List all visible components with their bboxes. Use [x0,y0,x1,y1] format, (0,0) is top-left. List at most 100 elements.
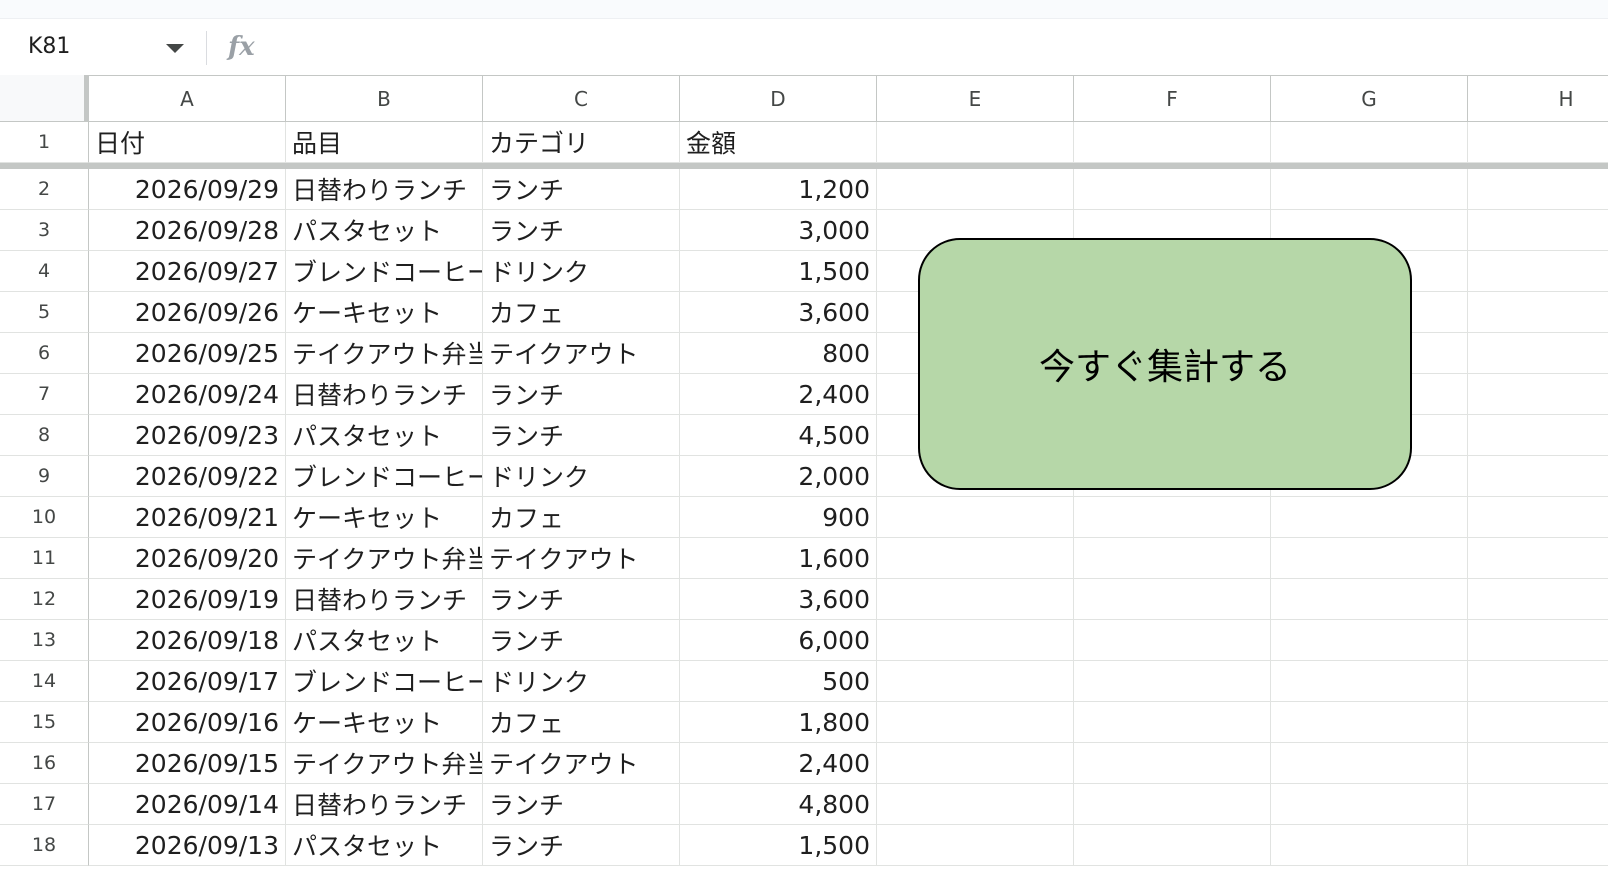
date-cell[interactable]: 2026/09/22 [89,456,286,497]
empty-cell[interactable] [1468,825,1608,866]
date-cell[interactable]: 2026/09/23 [89,415,286,456]
empty-cell[interactable] [1271,784,1468,825]
amount-cell[interactable]: 2,400 [680,374,877,415]
empty-cell[interactable] [877,497,1074,538]
category-cell[interactable]: ランチ [483,784,680,825]
row-header[interactable]: 10 [0,497,89,538]
empty-cell[interactable] [877,538,1074,579]
item-cell[interactable]: テイクアウト弁当 [286,538,483,579]
empty-cell[interactable] [1468,538,1608,579]
column-header-h[interactable]: H [1468,75,1608,122]
item-cell[interactable]: パスタセット [286,825,483,866]
item-cell[interactable]: ケーキセット [286,497,483,538]
amount-cell[interactable]: 3,600 [680,579,877,620]
chevron-down-icon[interactable] [166,44,184,53]
row-header[interactable]: 7 [0,374,89,415]
row-header[interactable]: 8 [0,415,89,456]
empty-cell[interactable] [877,784,1074,825]
category-cell[interactable]: ドリンク [483,251,680,292]
amount-cell[interactable]: 900 [680,497,877,538]
category-cell[interactable]: カフェ [483,497,680,538]
summarize-now-button[interactable]: 今すぐ集計する [918,238,1412,490]
date-cell[interactable]: 2026/09/14 [89,784,286,825]
category-cell[interactable]: カフェ [483,292,680,333]
amount-cell[interactable]: 3,600 [680,292,877,333]
amount-cell[interactable]: 500 [680,661,877,702]
row-header[interactable]: 18 [0,825,89,866]
column-header-d[interactable]: D [680,75,877,122]
category-cell[interactable]: ドリンク [483,456,680,497]
amount-cell[interactable]: 1,500 [680,825,877,866]
column-header-f[interactable]: F [1074,75,1271,122]
header-cell[interactable] [1468,122,1608,163]
empty-cell[interactable] [877,661,1074,702]
column-header-e[interactable]: E [877,75,1074,122]
empty-cell[interactable] [877,169,1074,210]
empty-cell[interactable] [1074,702,1271,743]
empty-cell[interactable] [877,579,1074,620]
empty-cell[interactable] [1074,169,1271,210]
category-cell[interactable]: ランチ [483,374,680,415]
empty-cell[interactable] [1468,374,1608,415]
category-cell[interactable]: ランチ [483,210,680,251]
row-header[interactable]: 4 [0,251,89,292]
row-header[interactable]: 16 [0,743,89,784]
date-cell[interactable]: 2026/09/19 [89,579,286,620]
empty-cell[interactable] [1271,538,1468,579]
category-cell[interactable]: ランチ [483,169,680,210]
category-cell[interactable]: ランチ [483,825,680,866]
header-cell[interactable]: カテゴリ [483,122,680,163]
empty-cell[interactable] [1468,784,1608,825]
empty-cell[interactable] [1468,210,1608,251]
date-cell[interactable]: 2026/09/15 [89,743,286,784]
category-cell[interactable]: テイクアウト [483,333,680,374]
row-header[interactable]: 17 [0,784,89,825]
empty-cell[interactable] [1271,169,1468,210]
empty-cell[interactable] [877,743,1074,784]
column-header-g[interactable]: G [1271,75,1468,122]
empty-cell[interactable] [1074,620,1271,661]
header-cell[interactable]: 金額 [680,122,877,163]
date-cell[interactable]: 2026/09/16 [89,702,286,743]
row-header[interactable]: 13 [0,620,89,661]
date-cell[interactable]: 2026/09/13 [89,825,286,866]
date-cell[interactable]: 2026/09/25 [89,333,286,374]
amount-cell[interactable]: 2,400 [680,743,877,784]
empty-cell[interactable] [1074,538,1271,579]
row-header[interactable]: 15 [0,702,89,743]
item-cell[interactable]: テイクアウト弁当 [286,333,483,374]
category-cell[interactable]: カフェ [483,702,680,743]
item-cell[interactable]: パスタセット [286,415,483,456]
empty-cell[interactable] [1468,620,1608,661]
column-header-b[interactable]: B [286,75,483,122]
empty-cell[interactable] [1271,661,1468,702]
row-header[interactable]: 6 [0,333,89,374]
category-cell[interactable]: ランチ [483,415,680,456]
row-header[interactable]: 14 [0,661,89,702]
header-cell[interactable] [1271,122,1468,163]
date-cell[interactable]: 2026/09/17 [89,661,286,702]
row-header[interactable]: 11 [0,538,89,579]
category-cell[interactable]: ランチ [483,579,680,620]
row-header[interactable]: 9 [0,456,89,497]
amount-cell[interactable]: 3,000 [680,210,877,251]
category-cell[interactable]: テイクアウト [483,538,680,579]
amount-cell[interactable]: 4,500 [680,415,877,456]
empty-cell[interactable] [1468,702,1608,743]
empty-cell[interactable] [1468,251,1608,292]
row-header[interactable]: 5 [0,292,89,333]
item-cell[interactable]: ブレンドコーヒー [286,251,483,292]
amount-cell[interactable]: 800 [680,333,877,374]
item-cell[interactable]: 日替わりランチ [286,169,483,210]
category-cell[interactable]: テイクアウト [483,743,680,784]
category-cell[interactable]: ランチ [483,620,680,661]
empty-cell[interactable] [1074,661,1271,702]
row-header[interactable]: 1 [0,122,89,163]
empty-cell[interactable] [877,620,1074,661]
empty-cell[interactable] [1468,292,1608,333]
empty-cell[interactable] [1271,620,1468,661]
empty-cell[interactable] [1468,579,1608,620]
empty-cell[interactable] [877,702,1074,743]
empty-cell[interactable] [1074,825,1271,866]
amount-cell[interactable]: 6,000 [680,620,877,661]
